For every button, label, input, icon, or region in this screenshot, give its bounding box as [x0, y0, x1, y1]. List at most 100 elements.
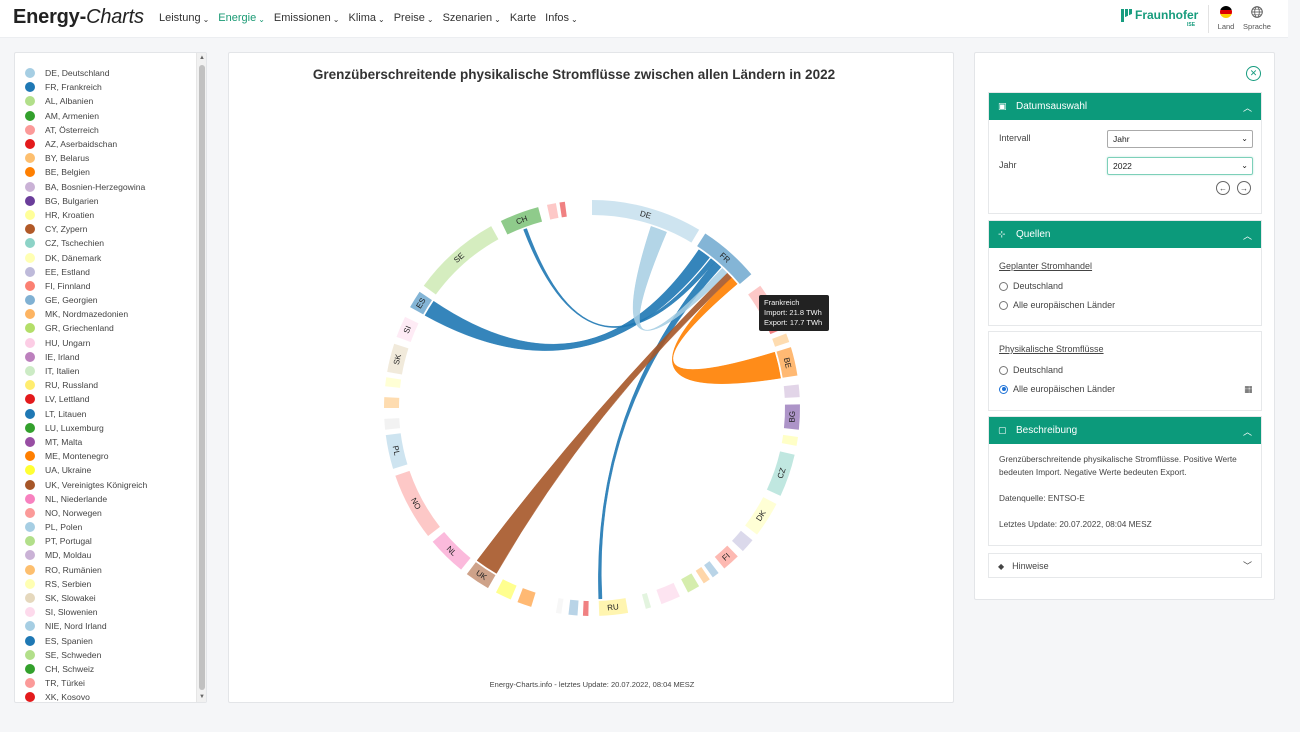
radio-planned-germany[interactable]: Deutschland: [999, 281, 1063, 291]
notes-card[interactable]: ◆ Hinweise ﹀: [988, 553, 1262, 578]
legend-item[interactable]: LU, Luxemburg: [25, 421, 147, 435]
arc-segment-28[interactable]: [384, 418, 401, 430]
nav-item-emissionen[interactable]: Emissionen ⌄: [274, 12, 340, 24]
nav-item-klima[interactable]: Klima ⌄: [348, 12, 384, 24]
arc-de[interactable]: [592, 200, 700, 243]
legend-item[interactable]: CY, Zypern: [25, 222, 147, 236]
legend-item[interactable]: RO, Rumänien: [25, 563, 147, 577]
interval-select[interactable]: Jahr ⌄: [1107, 130, 1253, 148]
legend-item[interactable]: IE, Irland: [25, 350, 147, 364]
legend-item[interactable]: NL, Niederlande: [25, 492, 147, 506]
year-select[interactable]: 2022 ⌄: [1107, 157, 1253, 175]
legend-item[interactable]: DK, Dänemark: [25, 250, 147, 264]
legend-item[interactable]: NO, Norwegen: [25, 506, 147, 520]
legend-item[interactable]: CZ, Tschechien: [25, 236, 147, 250]
legend-item[interactable]: PL, Polen: [25, 520, 147, 534]
arc-segment-4[interactable]: [772, 333, 790, 347]
legend-item[interactable]: LV, Lettland: [25, 392, 147, 406]
legend-item[interactable]: GR, Griechenland: [25, 321, 147, 335]
radio-planned-europe[interactable]: Alle europäischen Länder: [999, 300, 1115, 310]
arc-segment-37[interactable]: [559, 201, 567, 218]
sources-header[interactable]: ⊹ Quellen ︿: [989, 221, 1261, 248]
legend-item[interactable]: BA, Bosnien-Herzegowina: [25, 180, 147, 194]
legend-item[interactable]: BY, Belarus: [25, 151, 147, 165]
legend-item[interactable]: HR, Kroatien: [25, 208, 147, 222]
legend-item[interactable]: SI, Slowenien: [25, 605, 147, 619]
legend-item[interactable]: ME, Montenegro: [25, 449, 147, 463]
legend-item[interactable]: FI, Finnland: [25, 279, 147, 293]
nav-item-leistung[interactable]: Leistung ⌄: [159, 12, 209, 24]
radio-physical-europe[interactable]: Alle europäischen Länder: [999, 384, 1115, 394]
legend-item[interactable]: IT, Italien: [25, 364, 147, 378]
legend-item[interactable]: SE, Schweden: [25, 648, 147, 662]
tooltip-export: Export: 17.7 TWh: [764, 318, 823, 327]
legend-item[interactable]: MT, Malta: [25, 435, 147, 449]
arc-segment-30[interactable]: [385, 377, 402, 388]
arc-segment-17[interactable]: [641, 593, 652, 609]
legend-item[interactable]: XK, Kosovo: [25, 690, 147, 702]
notes-header[interactable]: ◆ Hinweise: [998, 561, 1049, 571]
legend-scrollbar-thumb[interactable]: [199, 65, 205, 690]
description-header[interactable]: ▢ Beschreibung ︿: [989, 417, 1261, 444]
legend-item[interactable]: CH, Schweiz: [25, 662, 147, 676]
arc-segment-11[interactable]: [731, 530, 753, 552]
date-selection-header[interactable]: ▣ Datumsauswahl ︿: [989, 93, 1261, 120]
nav-item-energie[interactable]: Energie ⌄: [218, 12, 265, 24]
legend-item[interactable]: AZ, Aserbaidschan: [25, 137, 147, 151]
legend-item[interactable]: PT, Portugal: [25, 534, 147, 548]
legend-item[interactable]: EE, Estland: [25, 265, 147, 279]
legend-item[interactable]: ES, Spanien: [25, 634, 147, 648]
scroll-up-icon[interactable]: ▲: [199, 55, 205, 61]
legend-item[interactable]: RU, Russland: [25, 378, 147, 392]
legend-item[interactable]: GE, Georgien: [25, 293, 147, 307]
legend-item[interactable]: TR, Türkei: [25, 676, 147, 690]
legend-item[interactable]: AM, Armenien: [25, 109, 147, 123]
legend-item[interactable]: NIE, Nord Irland: [25, 619, 147, 633]
arc-segment-8[interactable]: [781, 434, 798, 446]
arc-segment-19[interactable]: [582, 600, 589, 616]
arc-segment-16[interactable]: [656, 582, 680, 605]
arc-segment-21[interactable]: [555, 598, 564, 614]
calendar-icon[interactable]: ▦: [1244, 384, 1253, 395]
legend-scrollbar[interactable]: ▲ ▼: [196, 53, 206, 702]
arc-segment-29[interactable]: [384, 397, 400, 408]
legend-item[interactable]: RS, Serbien: [25, 577, 147, 591]
nav-item-szenarien[interactable]: Szenarien ⌄: [443, 12, 501, 24]
legend-item[interactable]: AT, Österreich: [25, 123, 147, 137]
close-panel-button[interactable]: ✕: [1246, 66, 1261, 81]
legend-item[interactable]: BG, Bulgarien: [25, 194, 147, 208]
arrow-left-icon: ←: [1219, 183, 1227, 193]
legend-item[interactable]: DE, Deutschland: [25, 66, 147, 80]
nav-item-infos[interactable]: Infos ⌄: [545, 12, 578, 24]
legend-item[interactable]: LT, Litauen: [25, 407, 147, 421]
radio-physical-germany[interactable]: Deutschland: [999, 365, 1063, 375]
legend-label: RO, Rumänien: [45, 564, 102, 575]
legend-item[interactable]: UK, Vereinigtes Königreich: [25, 477, 147, 491]
legend-item[interactable]: AL, Albanien: [25, 94, 147, 108]
legend-item[interactable]: SK, Slowakei: [25, 591, 147, 605]
previous-year-button[interactable]: ←: [1216, 181, 1230, 195]
arc-segment-22[interactable]: [517, 588, 536, 607]
arc-segment-15[interactable]: [681, 573, 700, 593]
arc-segment-20[interactable]: [568, 599, 579, 616]
legend-item[interactable]: MK, Nordmazedonien: [25, 307, 147, 321]
scroll-down-icon[interactable]: ▼: [199, 694, 205, 700]
arc-segment-6[interactable]: [783, 384, 800, 398]
country-selector[interactable]: Land: [1209, 6, 1243, 31]
nav-item-karte[interactable]: Karte: [510, 12, 536, 24]
physical-flows-title[interactable]: Physikalische Stromflüsse: [999, 344, 1104, 354]
language-selector[interactable]: Sprache: [1240, 6, 1274, 31]
arc-segment-23[interactable]: [495, 579, 517, 600]
planned-trade-title[interactable]: Geplanter Stromhandel: [999, 261, 1092, 271]
legend-item[interactable]: HU, Ungarn: [25, 336, 147, 350]
legend-item[interactable]: UA, Ukraine: [25, 463, 147, 477]
legend-item[interactable]: MD, Moldau: [25, 548, 147, 562]
next-year-button[interactable]: →: [1237, 181, 1251, 195]
legend-item[interactable]: BE, Belgien: [25, 165, 147, 179]
legend-item[interactable]: FR, Frankreich: [25, 80, 147, 94]
chord-diagram[interactable]: DEFRATBEBGCZDKFIRUUKNLNOPLSKSIESSECH: [229, 53, 955, 704]
nav-item-preise[interactable]: Preise ⌄: [394, 12, 434, 24]
arc-segment-36[interactable]: [546, 203, 559, 220]
energy-charts-logo[interactable]: Energy-Charts: [13, 6, 144, 29]
fraunhofer-logo[interactable]: Fraunhofer ISE: [1121, 9, 1198, 28]
